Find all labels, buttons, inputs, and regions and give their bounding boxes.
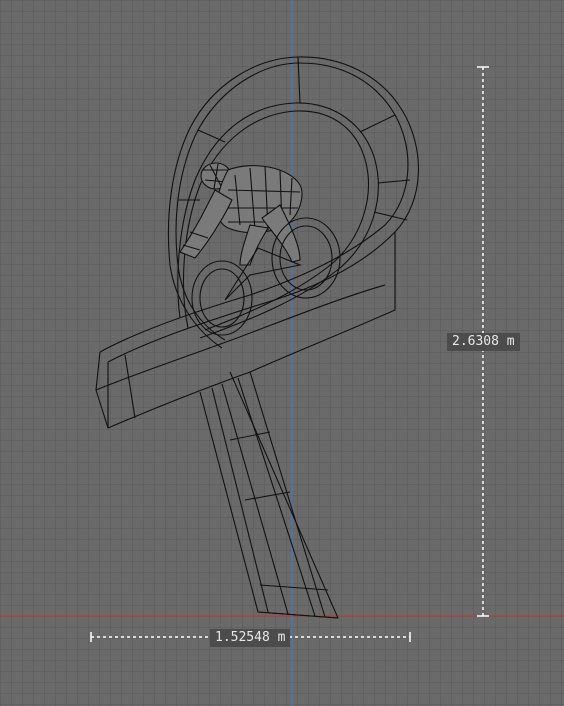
width-measurement-label[interactable]: 1.52548 m — [210, 629, 291, 647]
ribbon-sculpture-wireframe[interactable] — [95, 56, 419, 619]
height-measurement-label[interactable]: 2.6308 m — [447, 333, 520, 351]
viewport-scene[interactable] — [0, 0, 564, 706]
3d-viewport[interactable]: 2.6308 m 1.52548 m — [0, 0, 564, 706]
